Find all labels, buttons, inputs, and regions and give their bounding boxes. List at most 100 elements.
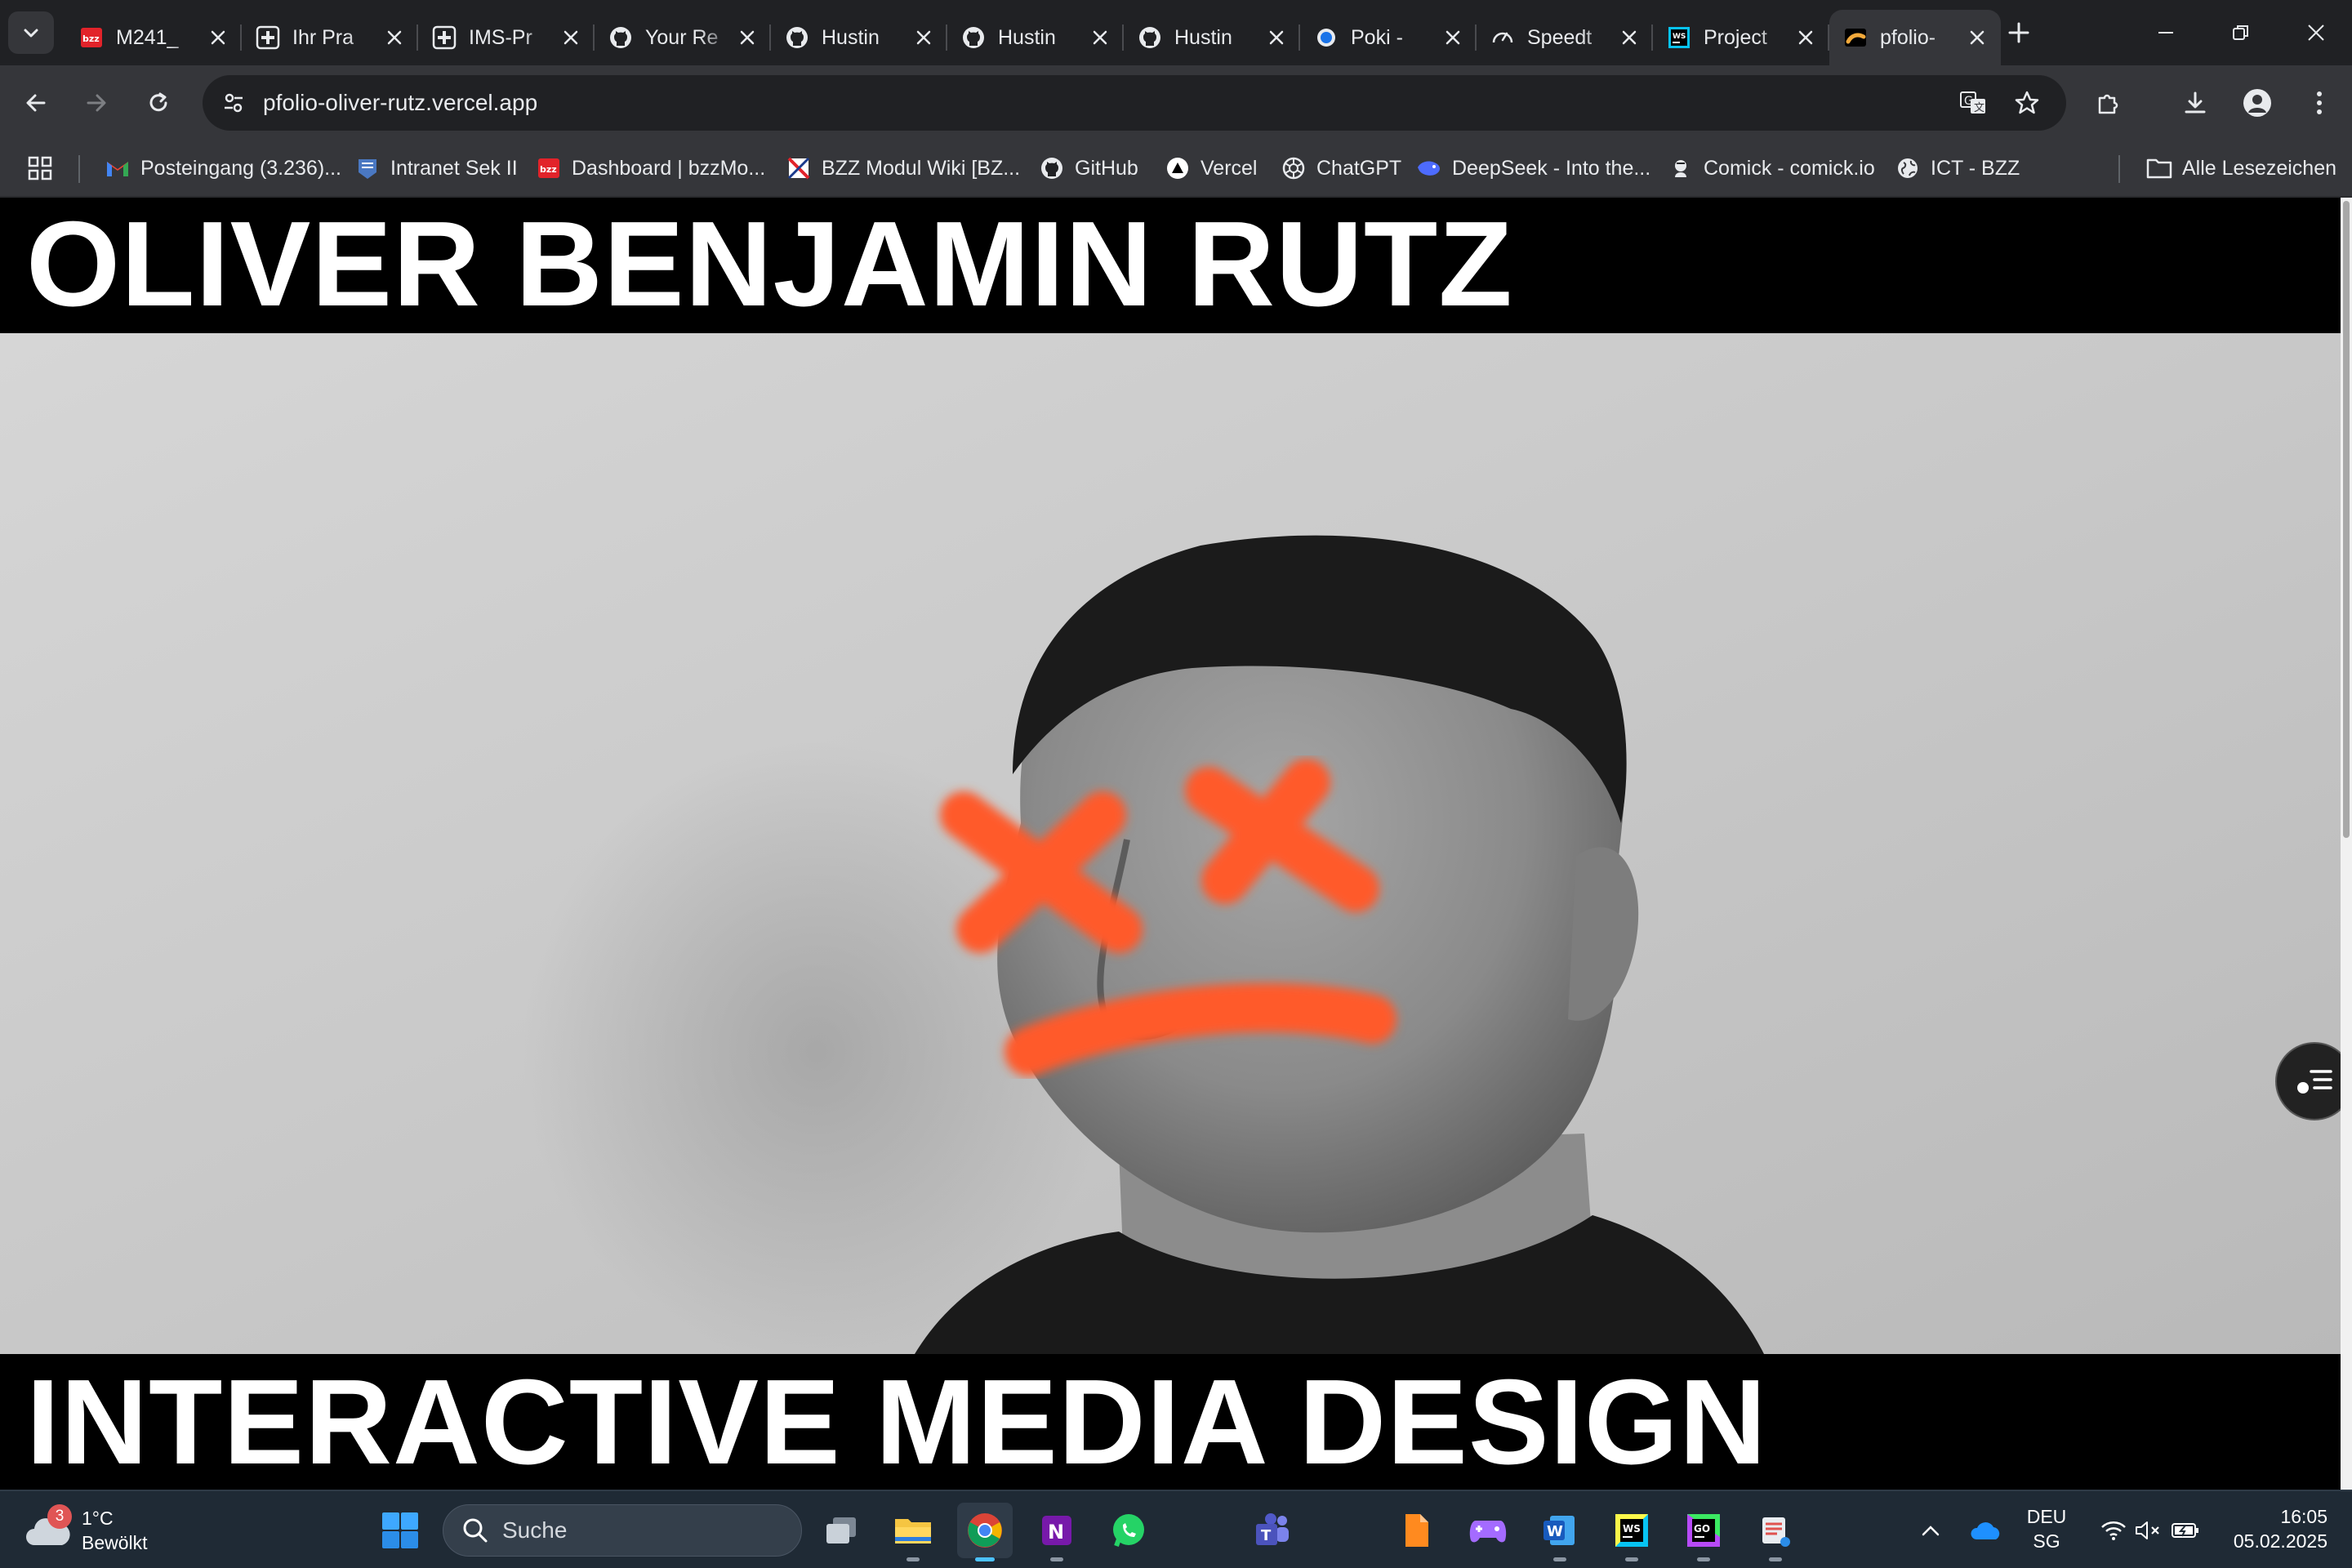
close-window-button[interactable]: [2278, 0, 2352, 65]
tab-close-button[interactable]: [1088, 25, 1112, 50]
snipping-icon: [1762, 1517, 1790, 1547]
bookmark-label: Comick - comick.io: [1704, 156, 1875, 180]
taskbar-task-view[interactable]: [813, 1503, 869, 1558]
profile-button[interactable]: [2238, 83, 2277, 122]
bookmark-label: GitHub: [1075, 156, 1138, 180]
start-button[interactable]: [379, 1509, 421, 1552]
taskbar-chrome[interactable]: [957, 1503, 1013, 1561]
svg-text:N: N: [1048, 1521, 1064, 1544]
taskbar-file-explorer[interactable]: [885, 1503, 941, 1561]
taskbar-snipping-tool[interactable]: [1748, 1503, 1803, 1561]
page-scrollbar[interactable]: [2341, 198, 2352, 1490]
restore-button[interactable]: [2203, 0, 2278, 65]
tab-close-button[interactable]: [911, 25, 936, 50]
arrow-left-icon: [26, 94, 46, 112]
minimize-button[interactable]: [2128, 0, 2203, 65]
taskbar-game[interactable]: [1460, 1503, 1516, 1558]
bookmark-item[interactable]: Posteingang (3.236)...: [105, 152, 341, 185]
taskbar-whatsapp[interactable]: [1101, 1503, 1156, 1558]
tab-active[interactable]: pfolio-: [1829, 10, 2001, 65]
tab[interactable]: WS Project: [1653, 10, 1829, 65]
tab-close-button[interactable]: [1965, 25, 1989, 50]
taskbar-webstorm[interactable]: WS: [1604, 1503, 1659, 1561]
apps-button[interactable]: [28, 152, 52, 185]
close-icon: [1446, 30, 1460, 45]
tab[interactable]: IMS-Pr: [418, 10, 595, 65]
taskbar-word[interactable]: W: [1532, 1503, 1588, 1561]
tab[interactable]: bzz M241_: [65, 10, 242, 65]
bookmark-label: Dashboard | bzzMo...: [572, 156, 766, 180]
chatgpt-icon: [1281, 155, 1307, 181]
close-icon: [916, 30, 931, 45]
battery-tray[interactable]: [2166, 1511, 2205, 1550]
web-page: OLIVER BENJAMIN RUTZ INTERACTIVE MEDIA D…: [0, 198, 2341, 1490]
close-icon: [387, 30, 402, 45]
volume-tray[interactable]: [2128, 1511, 2167, 1550]
close-icon: [1970, 30, 1984, 45]
tab[interactable]: Speedt: [1477, 10, 1653, 65]
bookmark-item[interactable]: Comick - comick.io: [1668, 152, 1875, 185]
github-icon: [1137, 24, 1163, 51]
forward-button[interactable]: [77, 83, 116, 122]
tab-close-button[interactable]: [1441, 25, 1465, 50]
input-language[interactable]: DEU SG: [2014, 1504, 2079, 1553]
bookmark-item[interactable]: GitHub: [1039, 152, 1138, 185]
translate-icon: G文: [1960, 91, 1985, 114]
url-text[interactable]: pfolio-oliver-rutz.vercel.app: [263, 75, 537, 131]
menu-button[interactable]: [2300, 83, 2339, 122]
translate-button[interactable]: G文: [1955, 85, 1991, 121]
tab-title: Ihr Pra: [292, 25, 354, 49]
bookmark-item[interactable]: Intranet Sek II: [354, 152, 518, 185]
site-info-button[interactable]: [216, 85, 252, 121]
new-tab-button[interactable]: [2002, 16, 2035, 49]
tray-overflow-button[interactable]: [1911, 1511, 1950, 1550]
bookmark-item[interactable]: DeepSeek - Into the...: [1416, 152, 1650, 185]
close-icon: [740, 30, 755, 45]
taskbar-onenote[interactable]: N: [1029, 1503, 1085, 1561]
keyboard-layout: SG: [2033, 1530, 2060, 1552]
downloads-button[interactable]: [2176, 83, 2215, 122]
tab-close-button[interactable]: [206, 25, 230, 50]
tab-title: Poki -: [1351, 25, 1403, 49]
bzz-icon: bzz: [78, 24, 105, 51]
onedrive-tray[interactable]: [1967, 1511, 2006, 1550]
extensions-button[interactable]: [2089, 83, 2128, 122]
bookmark-star-button[interactable]: [2009, 85, 2045, 121]
tab-close-button[interactable]: [1617, 25, 1642, 50]
tab-close-button[interactable]: [1793, 25, 1818, 50]
bookmark-item[interactable]: ChatGPT: [1281, 152, 1401, 185]
tab[interactable]: Hustin: [947, 10, 1124, 65]
comick-icon: [1668, 155, 1694, 181]
bookmark-item[interactable]: ICT - BZZ: [1895, 152, 2020, 185]
tab-close-button[interactable]: [1264, 25, 1289, 50]
tab[interactable]: Poki -: [1300, 10, 1477, 65]
all-bookmarks-button[interactable]: Alle Lesezeichen: [2146, 152, 2336, 185]
taskbar-goland[interactable]: GO: [1676, 1503, 1731, 1561]
close-icon: [1093, 30, 1107, 45]
tab[interactable]: Ihr Pra: [242, 10, 418, 65]
clock[interactable]: 16:05 05.02.2025: [2205, 1504, 2328, 1553]
tab-close-button[interactable]: [559, 25, 583, 50]
bookmark-item[interactable]: bzz Dashboard | bzzMo...: [536, 152, 765, 185]
reload-button[interactable]: [139, 83, 178, 122]
weather-condition: Bewölkt: [82, 1532, 148, 1553]
tab-title: Hustin: [1174, 25, 1232, 49]
bookmark-item[interactable]: BZZ Modul Wiki [BZ...: [786, 152, 1020, 185]
tab[interactable]: Your Re: [595, 10, 771, 65]
tab[interactable]: Hustin: [1124, 10, 1300, 65]
network-tray[interactable]: [2094, 1511, 2133, 1550]
back-button[interactable]: [16, 83, 56, 122]
word-icon: W: [1544, 1516, 1575, 1545]
taskbar-search[interactable]: Suche: [443, 1504, 802, 1557]
address-bar[interactable]: pfolio-oliver-rutz.vercel.app G文: [203, 75, 2066, 131]
tab-close-button[interactable]: [735, 25, 760, 50]
taskbar-teams[interactable]: T: [1245, 1503, 1300, 1558]
tab-close-button[interactable]: [382, 25, 407, 50]
weather-widget[interactable]: 3 1°C Bewölkt: [24, 1503, 148, 1558]
tab-search-button[interactable]: [8, 11, 54, 54]
close-icon: [564, 30, 578, 45]
scroll-thumb[interactable]: [2343, 201, 2350, 838]
taskbar-app-orange[interactable]: [1388, 1503, 1444, 1558]
tab[interactable]: Hustin: [771, 10, 947, 65]
bookmark-item[interactable]: Vercel: [1165, 152, 1257, 185]
